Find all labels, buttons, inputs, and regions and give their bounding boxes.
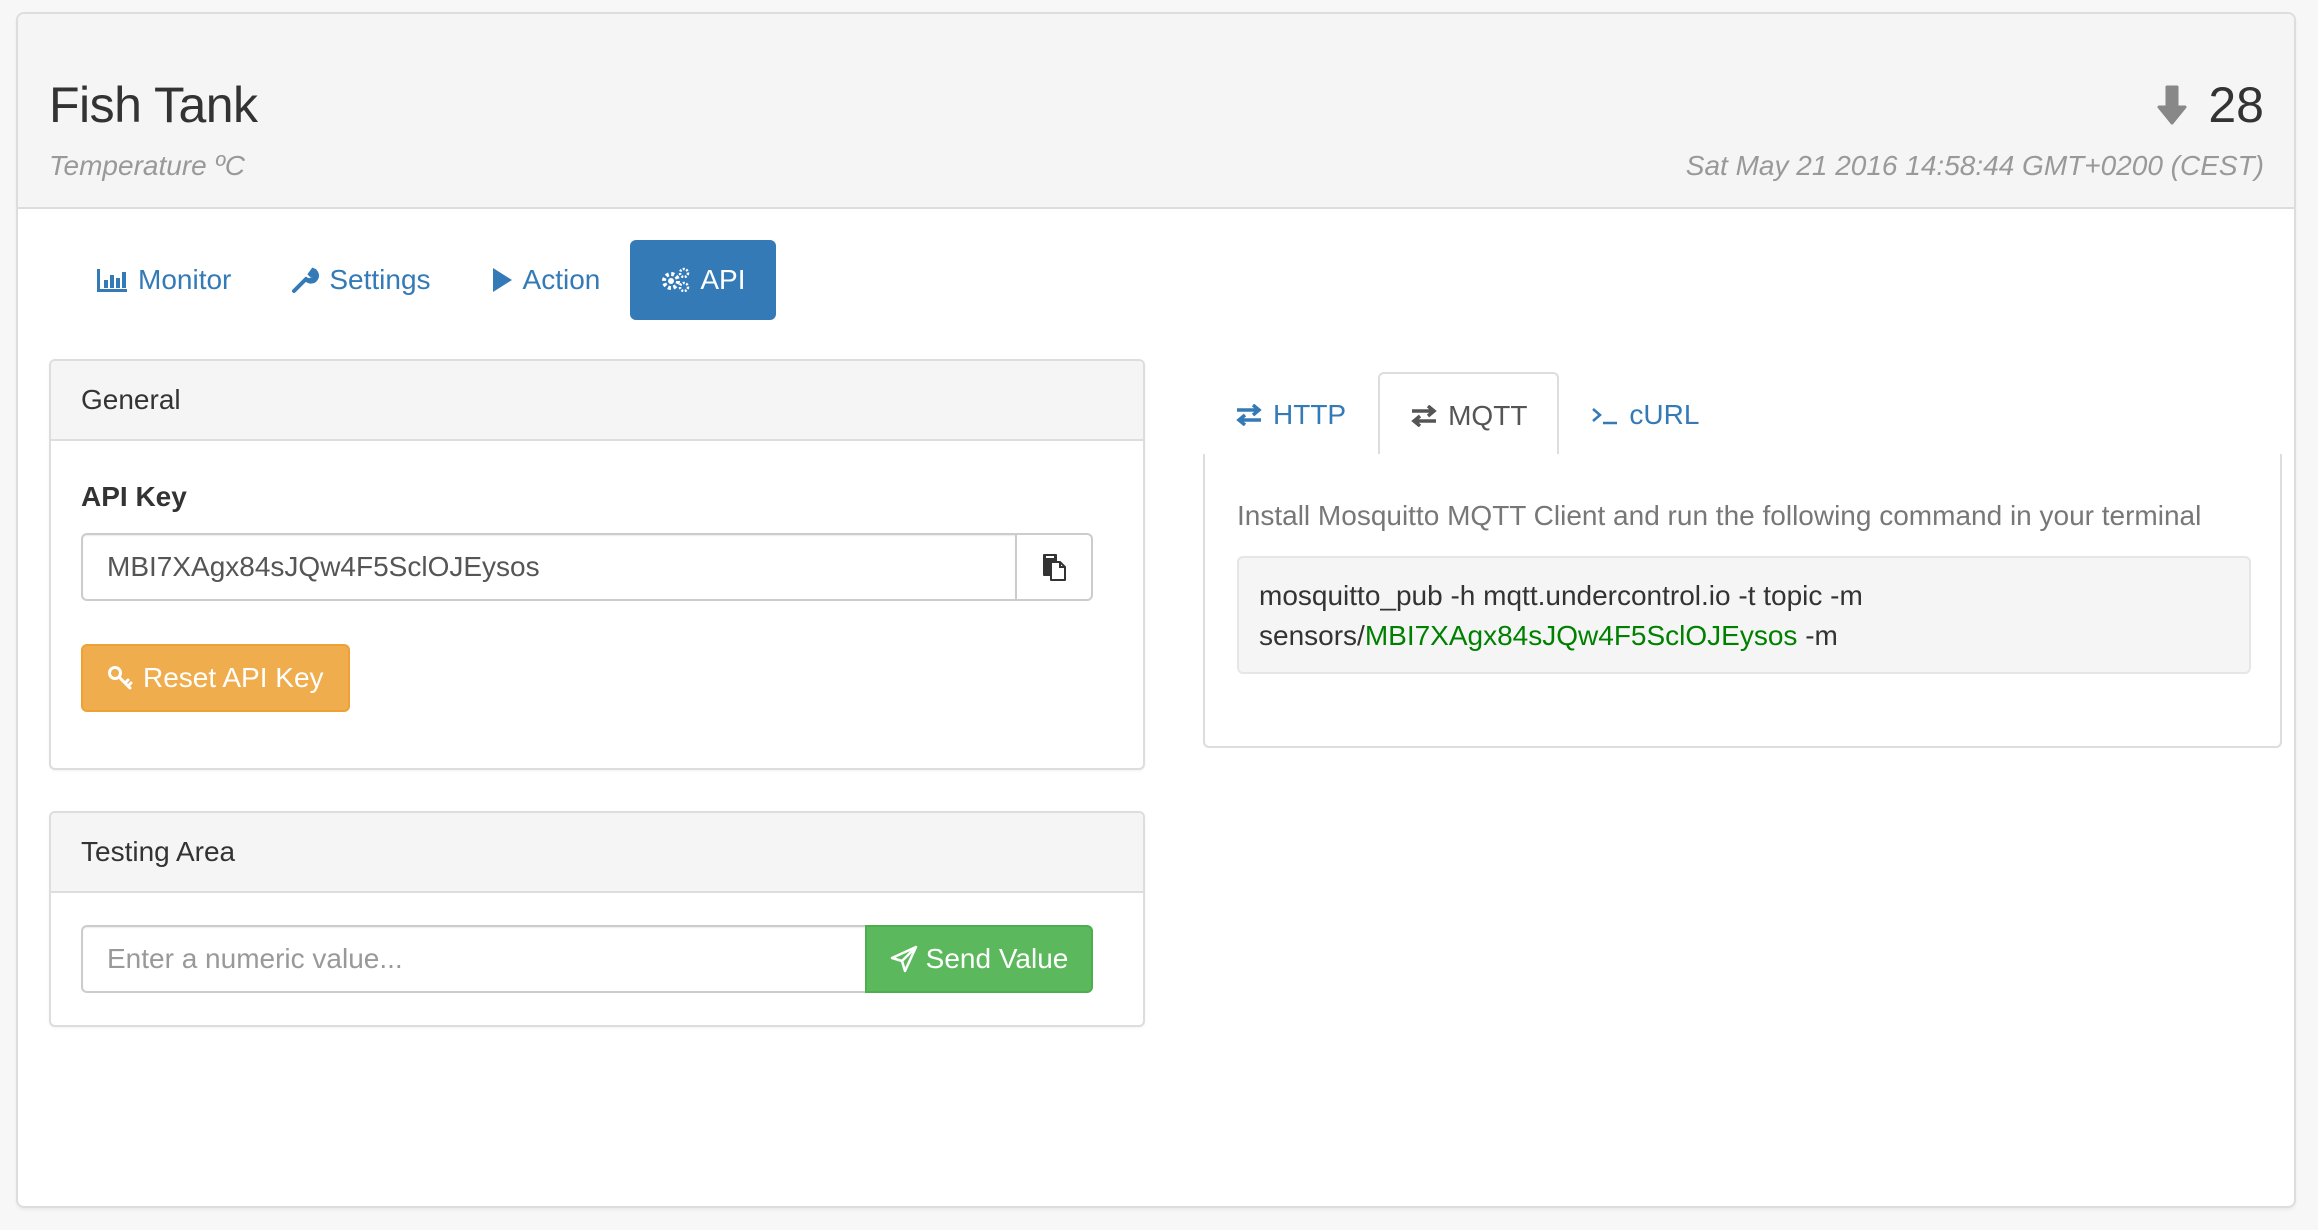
command-api-key: MBI7XAgx84sJQw4F5SclOJEysos <box>1364 620 1798 651</box>
tab-mqtt-label: MQTT <box>1448 400 1528 431</box>
paste-icon <box>1043 554 1066 581</box>
nav-settings[interactable]: Settings <box>261 240 460 320</box>
mqtt-command[interactable]: mosquitto_pub -h mqtt.undercontrol.io -t… <box>1237 556 2251 674</box>
tab-curl[interactable]: cURL <box>1559 372 1731 456</box>
nav-api-label: API <box>700 264 746 295</box>
console-icon <box>1592 408 1618 425</box>
send-value-label: Send Value <box>925 943 1069 974</box>
general-panel: General API Key MBI7XAgx84sJQw4F5SclOJEy… <box>49 359 1145 770</box>
nav-api[interactable]: API <box>630 240 776 320</box>
send-value-button[interactable]: Send Value <box>865 925 1093 993</box>
mqtt-pane: Install Mosquitto MQTT Client and run th… <box>1203 454 2282 748</box>
general-heading: General <box>51 361 1143 441</box>
current-reading: 28 <box>2150 76 2264 134</box>
tab-http-label: HTTP <box>1273 399 1347 430</box>
wrench-icon <box>292 267 320 293</box>
test-value-group: Enter a numeric value... Send Value <box>81 925 1093 993</box>
tab-curl-label: cURL <box>1629 399 1700 430</box>
paper-plane-icon <box>890 945 917 973</box>
command-line-1: mosquitto_pub -h mqtt.undercontrol.io -t… <box>1259 580 1863 611</box>
current-value: 28 <box>2208 77 2264 133</box>
api-key-group: MBI7XAgx84sJQw4F5SclOJEysos <box>81 533 1093 601</box>
play-icon <box>492 268 512 292</box>
device-nav: Monitor Settings Action API <box>66 240 776 320</box>
testing-heading: Testing Area <box>51 813 1143 893</box>
arrow-down-icon <box>2157 85 2187 125</box>
mqtt-instructions: Install Mosquitto MQTT Client and run th… <box>1237 500 2202 531</box>
nav-settings-label: Settings <box>329 264 431 295</box>
command-prefix: sensors/ <box>1259 620 1365 651</box>
device-header: Fish Tank Temperature ºC 28 Sat May 21 2… <box>18 14 2294 209</box>
device-title: Fish Tank <box>49 77 258 133</box>
command-line-2: sensors/MBI7XAgx84sJQw4F5SclOJEysos -m <box>1259 616 2229 656</box>
tab-http[interactable]: HTTP <box>1203 372 1378 456</box>
command-suffix: -m <box>1797 620 1838 651</box>
reset-api-key-label: Reset API Key <box>143 662 324 693</box>
reset-api-key-button[interactable]: Reset API Key <box>81 644 350 712</box>
testing-panel: Testing Area Enter a numeric value... Se… <box>49 811 1145 1027</box>
bar-chart-icon <box>97 269 127 292</box>
api-tabs: HTTP MQTT cURL <box>1203 372 2282 458</box>
transfer-icon <box>1236 404 1262 426</box>
key-icon <box>108 666 133 690</box>
transfer-icon <box>1411 405 1437 427</box>
nav-monitor-label: Monitor <box>138 264 232 295</box>
copy-api-key-button[interactable] <box>1015 533 1093 601</box>
tab-mqtt[interactable]: MQTT <box>1378 372 1560 458</box>
api-key-label: API Key <box>81 481 187 512</box>
device-panel: Fish Tank Temperature ºC 28 Sat May 21 2… <box>16 12 2296 1208</box>
numeric-value-input[interactable]: Enter a numeric value... <box>81 925 865 993</box>
api-key-field[interactable]: MBI7XAgx84sJQw4F5SclOJEysos <box>81 533 1015 601</box>
device-unit: Temperature ºC <box>49 150 245 181</box>
nav-action-label: Action <box>522 264 601 295</box>
nav-action[interactable]: Action <box>461 240 631 320</box>
cogs-icon <box>662 267 690 293</box>
nav-monitor[interactable]: Monitor <box>66 240 261 320</box>
last-updated: Sat May 21 2016 14:58:44 GMT+0200 (CEST) <box>1685 150 2264 181</box>
